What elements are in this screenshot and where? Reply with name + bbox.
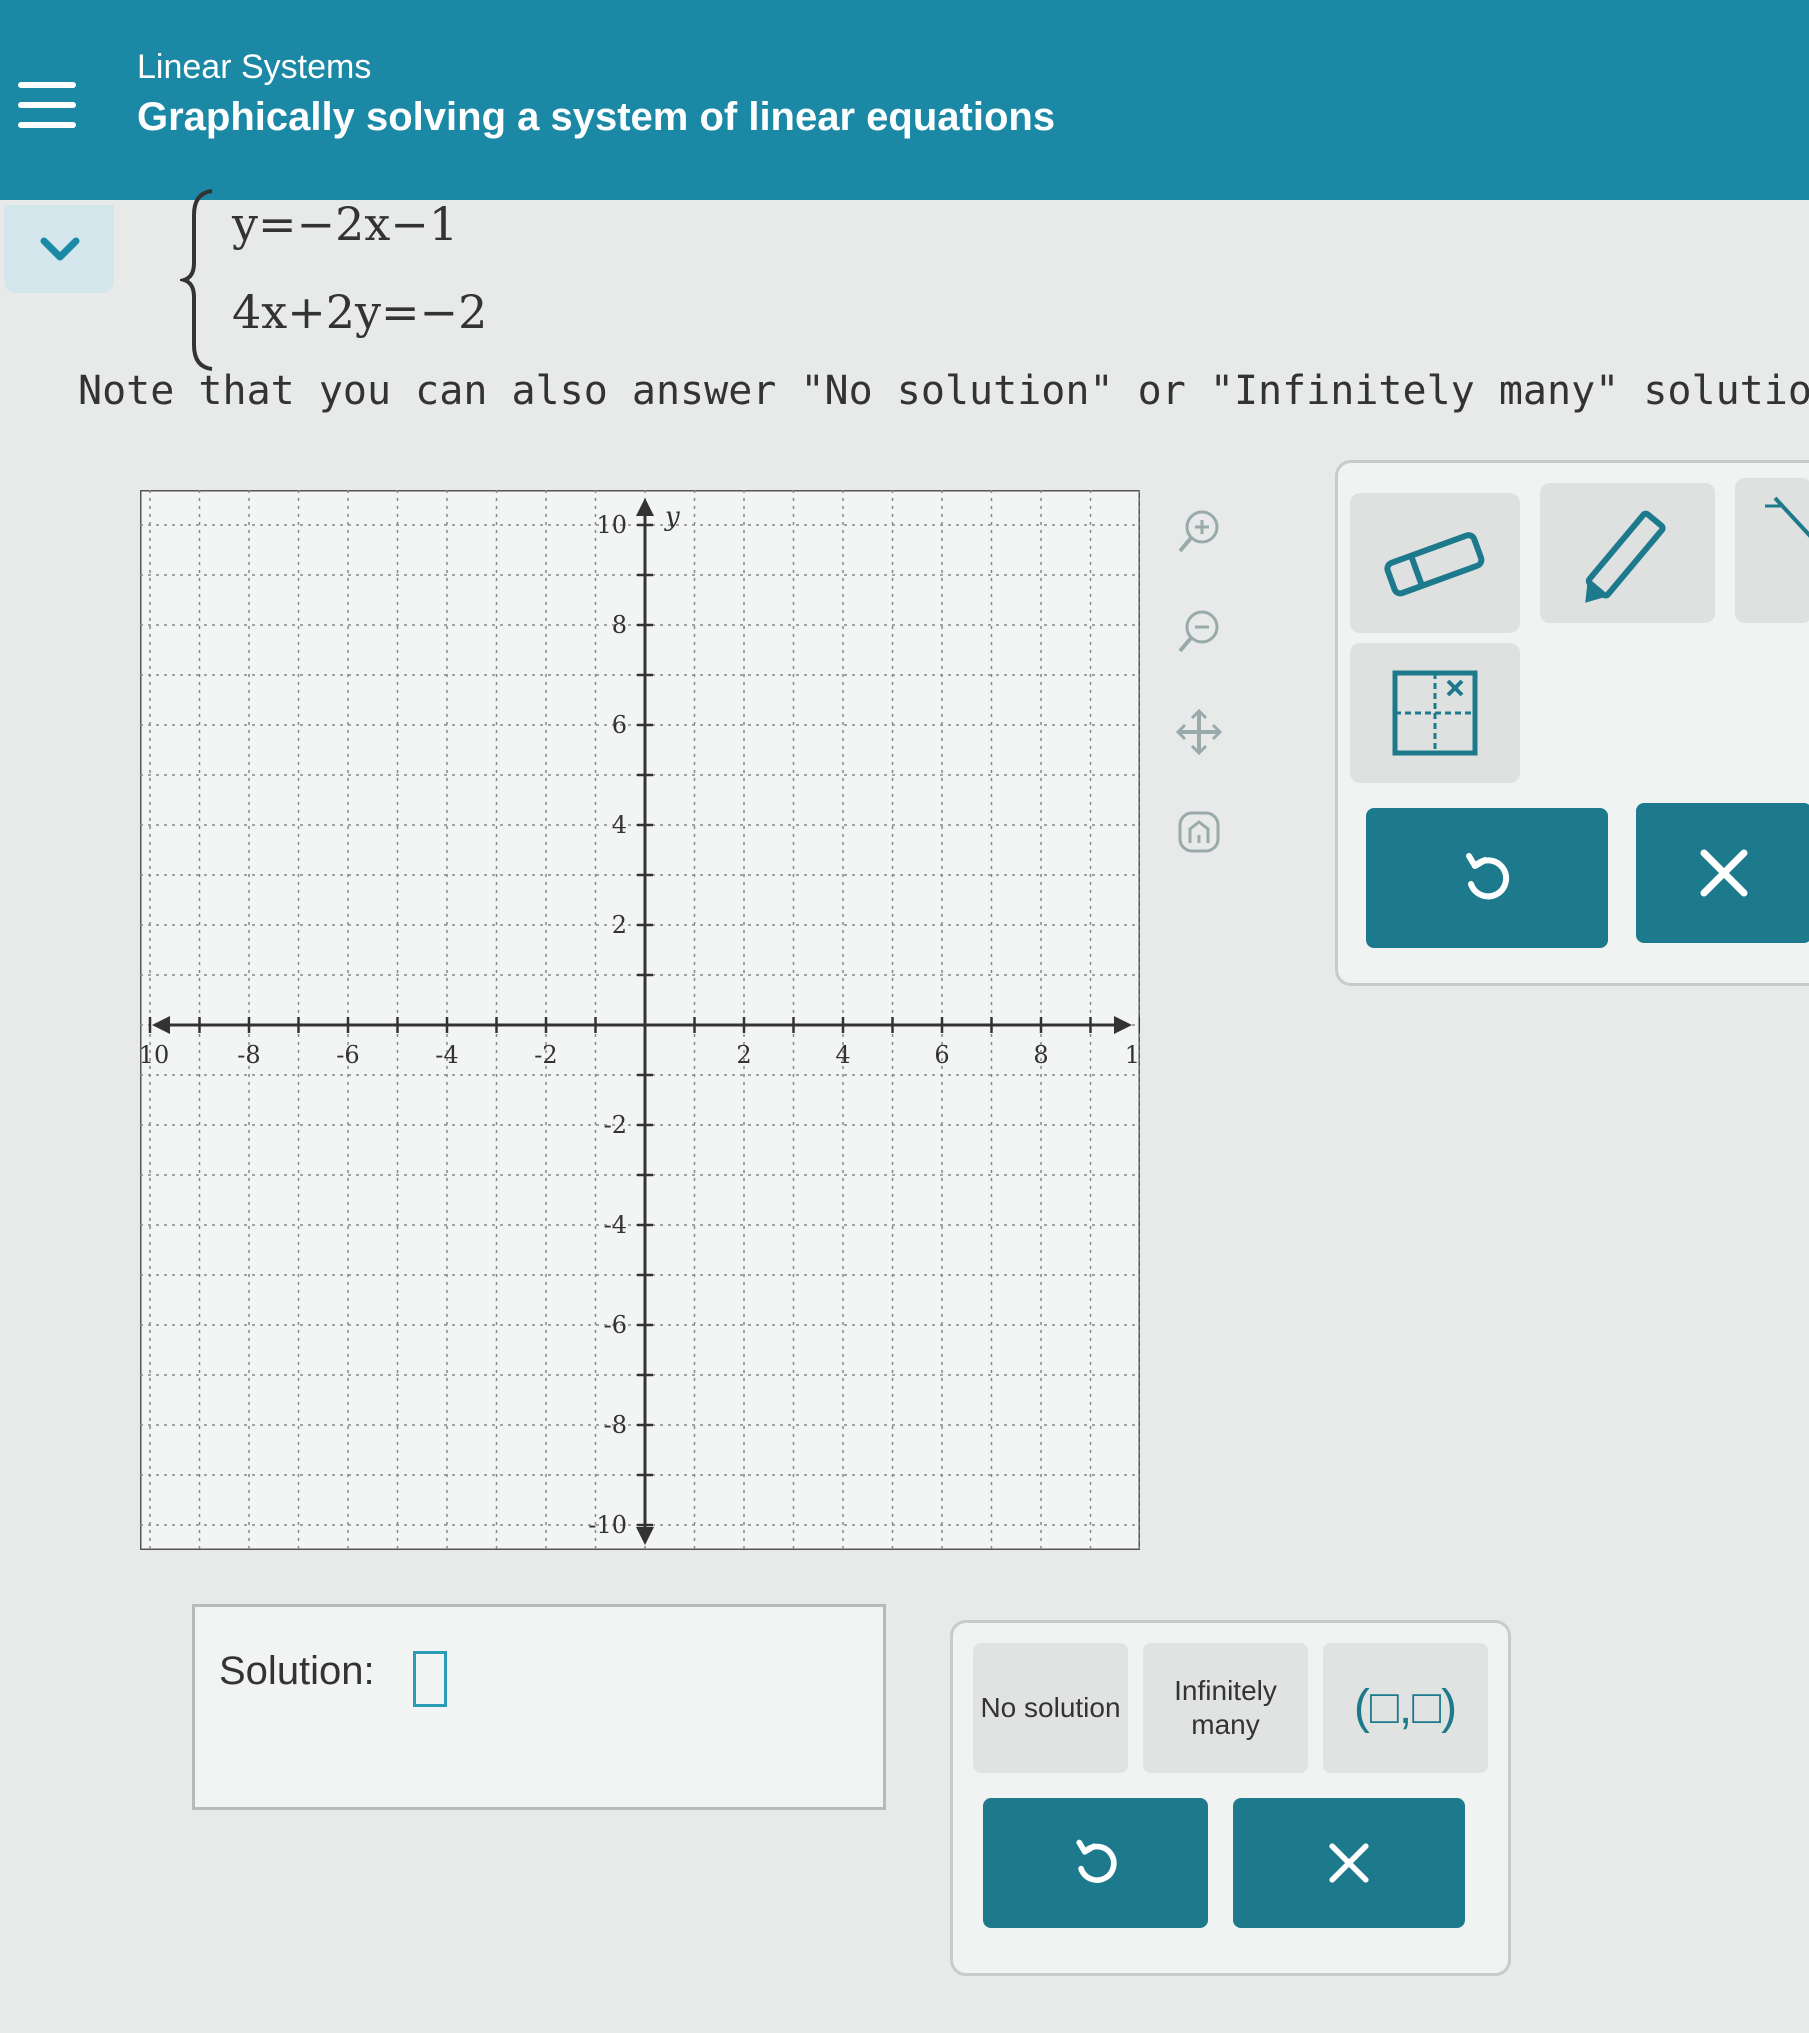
pencil-icon [1585,510,1666,603]
header-bar: Linear Systems Graphically solving a sys… [0,0,1809,200]
answer-clear-button[interactable] [1233,1798,1465,1928]
point-tool[interactable] [1350,643,1520,783]
x-tick-label: 6 [934,1041,949,1069]
menu-icon[interactable] [18,82,76,140]
undo-icon [1075,1839,1117,1883]
x-tick-label: -8 [237,1041,260,1069]
y-tick-label: -4 [604,1211,627,1239]
line-tool[interactable] [1735,478,1809,623]
x-tick-label: 8 [1033,1041,1048,1069]
ordered-pair-button[interactable]: (□,□) [1323,1643,1488,1773]
x-tick-label: -10 [140,1041,169,1069]
undo-icon [1466,853,1510,900]
x-tick-label: -6 [336,1041,359,1069]
y-axis-label: y [664,502,680,532]
no-solution-button[interactable]: No solution [973,1643,1128,1773]
y-tick-label: -8 [604,1411,627,1439]
chevron-down-icon [40,237,80,261]
zoom-out-icon[interactable] [1172,605,1226,659]
equation-system: y=−2x−1 4x+2y=−2 [180,185,520,375]
y-tick-label: 10 [596,511,627,539]
graph-border [138,488,1142,1552]
graph-undo-button[interactable] [1366,808,1608,948]
x-tick-label: 4 [835,1041,850,1069]
brace-symbol [180,189,213,371]
solution-box: Solution: [192,1604,886,1810]
breadcrumb: Linear Systems [137,48,372,86]
clear-icon [1700,849,1748,897]
pencil-tool[interactable] [1540,483,1715,623]
clear-icon [1329,1843,1369,1883]
y-tick-label: -2 [604,1111,627,1139]
answer-panel: No solution Infinitely many (□,□) [950,1620,1511,1976]
y-tick-label: 4 [612,811,627,839]
drawing-tool-panel [1335,460,1809,986]
eraser-tool[interactable] [1350,493,1520,633]
equation-1: y=−2x−1 [232,197,459,251]
y-tick-label: -10 [588,1511,627,1539]
infinitely-many-button[interactable]: Infinitely many [1143,1643,1308,1773]
x-tick-label: -2 [534,1041,557,1069]
page-title: Graphically solving a system of linear e… [137,95,1056,139]
coordinate-grid[interactable]: -10-8-6-4-2246810108642-2-4-6-8-10xy [131,488,1165,1552]
instruction-note: Note that you can also answer "No soluti… [78,368,1809,414]
y-tick-label: 6 [612,711,627,739]
grid-point-tool-icon [1392,670,1478,756]
x-tick-label: 2 [736,1041,751,1069]
y-tick-label: 8 [612,611,627,639]
answer-undo-button[interactable] [983,1798,1208,1928]
graph-area[interactable]: -10-8-6-4-2246810108642-2-4-6-8-10xy [131,488,1165,1555]
home-icon[interactable] [1172,805,1226,859]
eraser-icon [1384,532,1485,597]
graph-controls [1172,505,1230,905]
collapse-button[interactable] [4,205,114,293]
graph-clear-button[interactable] [1636,803,1809,943]
zoom-in-icon[interactable] [1172,505,1226,559]
solution-input[interactable] [413,1651,447,1707]
y-tick-label: 2 [612,911,627,939]
y-tick-label: -6 [604,1311,627,1339]
line-tool-icon [1765,496,1809,538]
x-tick-label: 10 [1125,1041,1140,1069]
solution-label: Solution: [219,1649,375,1693]
equation-2: 4x+2y=−2 [232,285,488,339]
x-tick-label: -4 [435,1041,458,1069]
pan-icon[interactable] [1172,705,1226,759]
